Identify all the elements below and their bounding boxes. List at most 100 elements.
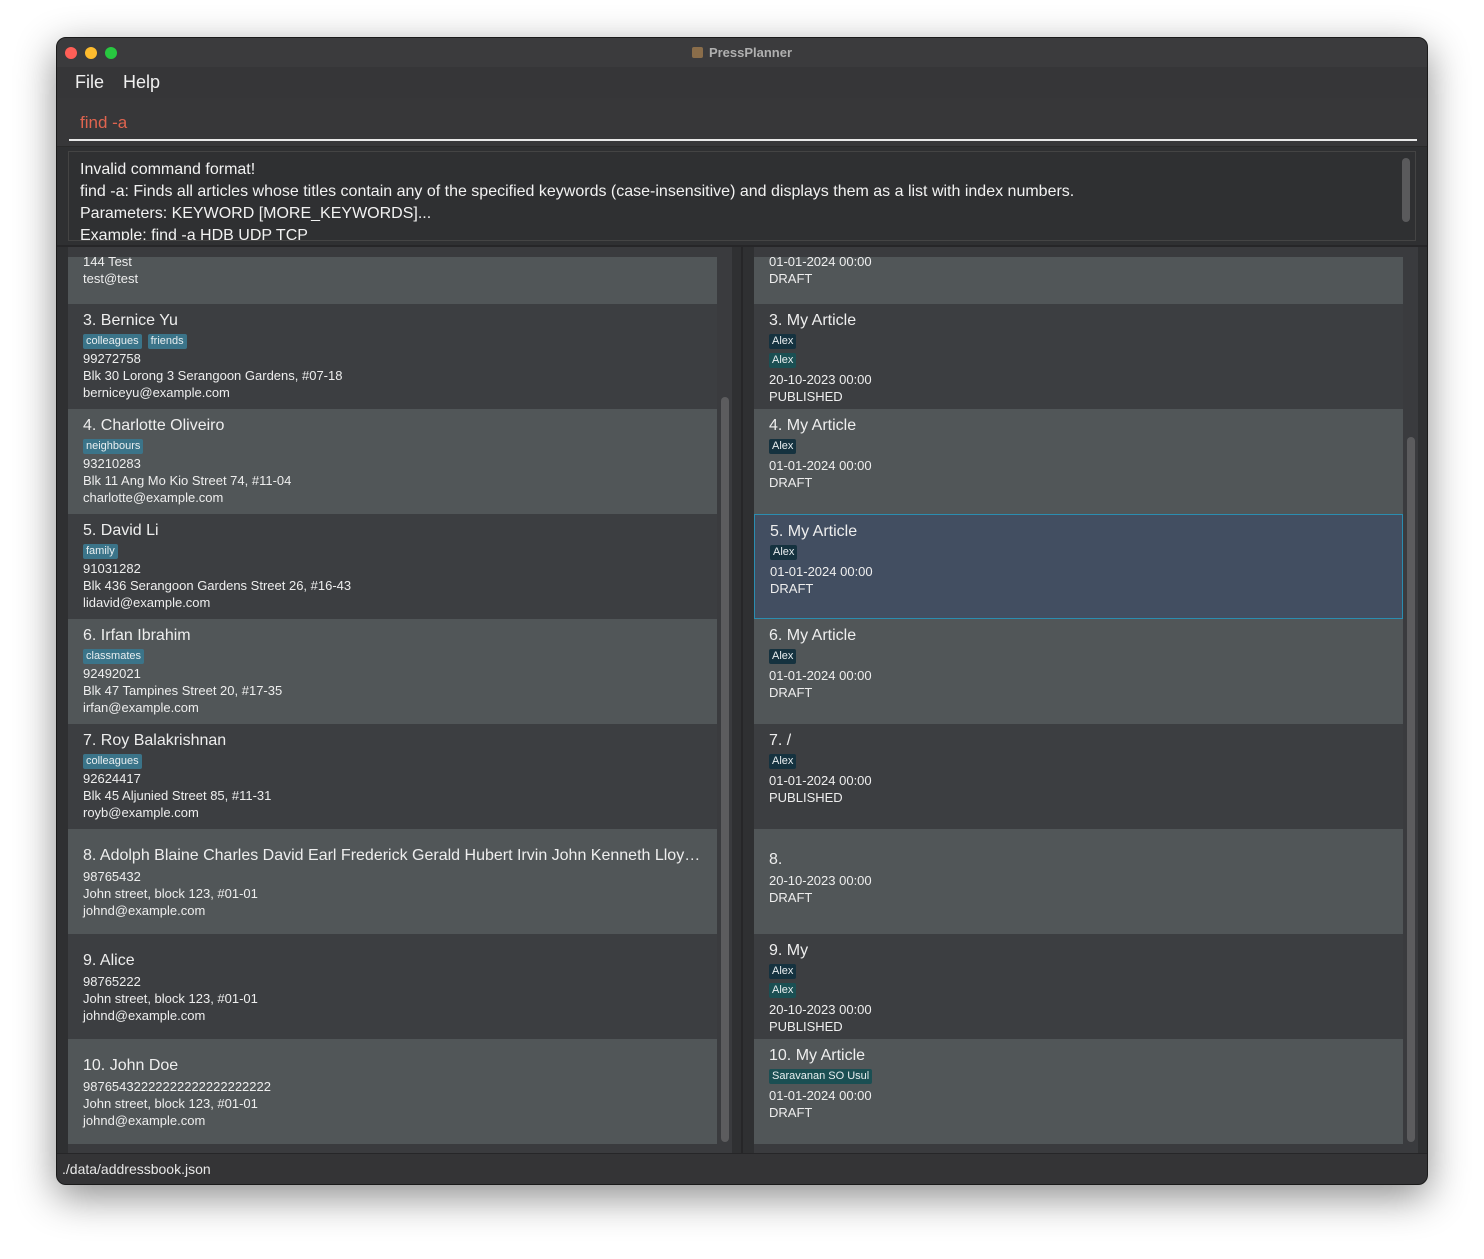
article-card[interactable]: 9. My Alex Alex 20-10-2023 00:00 PUBLISHED bbox=[754, 934, 1403, 1039]
command-box: find -a bbox=[57, 98, 1427, 147]
author-tag: Alex bbox=[770, 545, 798, 560]
person-field: royb@example.com bbox=[83, 805, 199, 820]
person-field: Blk 45 Aljunied Street 85, #11-31 bbox=[83, 788, 272, 803]
person-field: John street, block 123, #01-01 bbox=[83, 1096, 258, 1111]
result-scrollbar[interactable] bbox=[1402, 158, 1410, 222]
article-title: 5. My Article bbox=[770, 523, 858, 540]
person-field: irfan@example.com bbox=[83, 700, 199, 715]
tag: family bbox=[83, 544, 118, 559]
person-field: 98765432 bbox=[83, 869, 141, 884]
article-field: PUBLISHED bbox=[769, 389, 843, 404]
person-card[interactable]: 3. Bernice Yu colleagues friends 99272758 Bl… bbox=[68, 304, 717, 409]
article-field: DRAFT bbox=[769, 685, 813, 700]
person-field: 144 Test bbox=[83, 254, 132, 269]
article-field: 01-01-2024 00:00 bbox=[769, 458, 872, 473]
article-field: 01-01-2024 00:00 bbox=[769, 1088, 872, 1103]
person-title: 9. Alice bbox=[83, 952, 135, 969]
person-field: charlotte@example.com bbox=[83, 490, 224, 505]
menu-bar: File Help bbox=[57, 67, 1427, 99]
person-card[interactable]: 4. Charlotte Oliveiro neighbours 93210283 B… bbox=[68, 409, 717, 514]
tag-list: colleagues bbox=[83, 754, 148, 769]
person-title: 8. Adolph Blaine Charles David Earl Fred… bbox=[83, 847, 703, 864]
author-tag: Alex bbox=[769, 754, 797, 769]
result-line: Example: find -a HDB UDP TCP bbox=[80, 227, 308, 241]
author-tag: Alex bbox=[769, 439, 797, 454]
tag: neighbours bbox=[83, 439, 144, 454]
tag-list: Alex bbox=[769, 964, 802, 979]
person-card[interactable]: 7. Roy Balakrishnan colleagues 92624417 Blk… bbox=[68, 724, 717, 829]
article-card[interactable]: 4. My Article Alex 01-01-2024 00:00 DRAFT bbox=[754, 409, 1403, 514]
panel-divider[interactable] bbox=[741, 247, 743, 1154]
article-card[interactable]: 01-01-2024 00:00 DRAFT bbox=[754, 254, 1403, 304]
person-field: berniceyu@example.com bbox=[83, 385, 230, 400]
article-title: 3. My Article bbox=[769, 312, 857, 329]
article-field: DRAFT bbox=[769, 475, 813, 490]
person-field: Blk 436 Serangoon Gardens Street 26, #16… bbox=[83, 578, 352, 593]
person-title: 5. David Li bbox=[83, 522, 159, 539]
tag: colleagues bbox=[83, 754, 142, 769]
author-tag: Saravanan SO Usul bbox=[769, 1069, 873, 1084]
person-field: johnd@example.com bbox=[83, 1008, 206, 1023]
article-field: 01-01-2024 00:00 bbox=[769, 773, 872, 788]
result-line: find -a: Finds all articles whose titles… bbox=[80, 183, 1075, 200]
result-line: Parameters: KEYWORD [MORE_KEYWORDS]... bbox=[80, 205, 432, 222]
tag-list: Alex bbox=[769, 353, 802, 368]
author-tag: Alex bbox=[769, 983, 797, 998]
person-field: johnd@example.com bbox=[83, 1113, 206, 1128]
article-field: 20-10-2023 00:00 bbox=[769, 873, 872, 888]
tag-list: Alex bbox=[769, 649, 802, 664]
article-field: PUBLISHED bbox=[769, 790, 843, 805]
article-title: 6. My Article bbox=[769, 627, 857, 644]
article-title: 7. / bbox=[769, 732, 792, 749]
menu-help[interactable]: Help bbox=[123, 72, 160, 93]
tag-list: Alex bbox=[769, 983, 802, 998]
command-input[interactable]: find -a bbox=[69, 106, 1417, 141]
person-title: 10. John Doe bbox=[83, 1057, 179, 1074]
tag-list: Alex bbox=[769, 754, 802, 769]
article-card[interactable]: 5. My Article Alex 01-01-2024 00:00 DRAFT bbox=[754, 514, 1403, 619]
person-field: 98765222 bbox=[83, 974, 141, 989]
tag: friends bbox=[147, 334, 187, 349]
person-card[interactable]: 144 Test test@test bbox=[68, 254, 717, 304]
person-title: 7. Roy Balakrishnan bbox=[83, 732, 227, 749]
article-field: 01-01-2024 00:00 bbox=[769, 254, 872, 269]
person-list: 144 Test test@test 3. Bernice Yu colleagues… bbox=[68, 247, 732, 1154]
article-field: DRAFT bbox=[769, 890, 813, 905]
article-title: 10. My Article bbox=[769, 1047, 866, 1064]
person-field: lidavid@example.com bbox=[83, 595, 211, 610]
author-tag: Alex bbox=[769, 334, 797, 349]
person-list-scrollbar[interactable] bbox=[721, 397, 729, 1142]
person-field: John street, block 123, #01-01 bbox=[83, 991, 258, 1006]
article-list-scrollbar[interactable] bbox=[1407, 437, 1415, 1142]
person-field: 99272758 bbox=[83, 351, 141, 366]
person-card[interactable]: 6. Irfan Ibrahim classmates 92492021 Blk 47… bbox=[68, 619, 717, 724]
article-card[interactable]: 8. 20-10-2023 00:00 DRAFT bbox=[754, 829, 1403, 934]
article-card[interactable]: 10. My Article Saravanan SO Usul 01-01-202… bbox=[754, 1039, 1403, 1144]
person-field: John street, block 123, #01-01 bbox=[83, 886, 258, 901]
article-card[interactable]: 6. My Article Alex 01-01-2024 00:00 DRAFT bbox=[754, 619, 1403, 724]
article-card[interactable]: 7. / Alex 01-01-2024 00:00 PUBLISHED bbox=[754, 724, 1403, 829]
article-field: 20-10-2023 00:00 bbox=[769, 1002, 872, 1017]
person-field: 93210283 bbox=[83, 456, 141, 471]
window-title: PressPlanner bbox=[57, 45, 1427, 60]
article-card[interactable]: 3. My Article Alex Alex 20-10-2023 00:00 PUB… bbox=[754, 304, 1403, 409]
person-card[interactable]: 10. John Doe 98765432222222222222222222 Jo… bbox=[68, 1039, 717, 1144]
tag-list: Alex bbox=[769, 439, 802, 454]
article-title: 4. My Article bbox=[769, 417, 857, 434]
tag-list: Saravanan SO Usul bbox=[769, 1069, 878, 1084]
person-field: test@test bbox=[83, 271, 139, 286]
tag: classmates bbox=[83, 649, 145, 664]
tag-list: classmates bbox=[83, 649, 150, 664]
app-window: PressPlanner File Help find -a Invalid c… bbox=[56, 37, 1428, 1185]
person-card[interactable]: 8. Adolph Blaine Charles David Earl Fred… bbox=[68, 829, 717, 934]
menu-file[interactable]: File bbox=[75, 72, 104, 93]
person-field: 92492021 bbox=[83, 666, 141, 681]
person-field: 98765432222222222222222222 bbox=[83, 1079, 271, 1094]
person-card[interactable]: 5. David Li family 91031282 Blk 436 Serango… bbox=[68, 514, 717, 619]
person-card[interactable]: 9. Alice 98765222 John street, block 123, … bbox=[68, 934, 717, 1039]
status-bar: ./data/addressbook.json bbox=[57, 1153, 1427, 1184]
article-field: DRAFT bbox=[769, 271, 813, 286]
article-field: DRAFT bbox=[770, 581, 814, 596]
article-field: DRAFT bbox=[769, 1105, 813, 1120]
result-line: Invalid command format! bbox=[80, 161, 256, 178]
